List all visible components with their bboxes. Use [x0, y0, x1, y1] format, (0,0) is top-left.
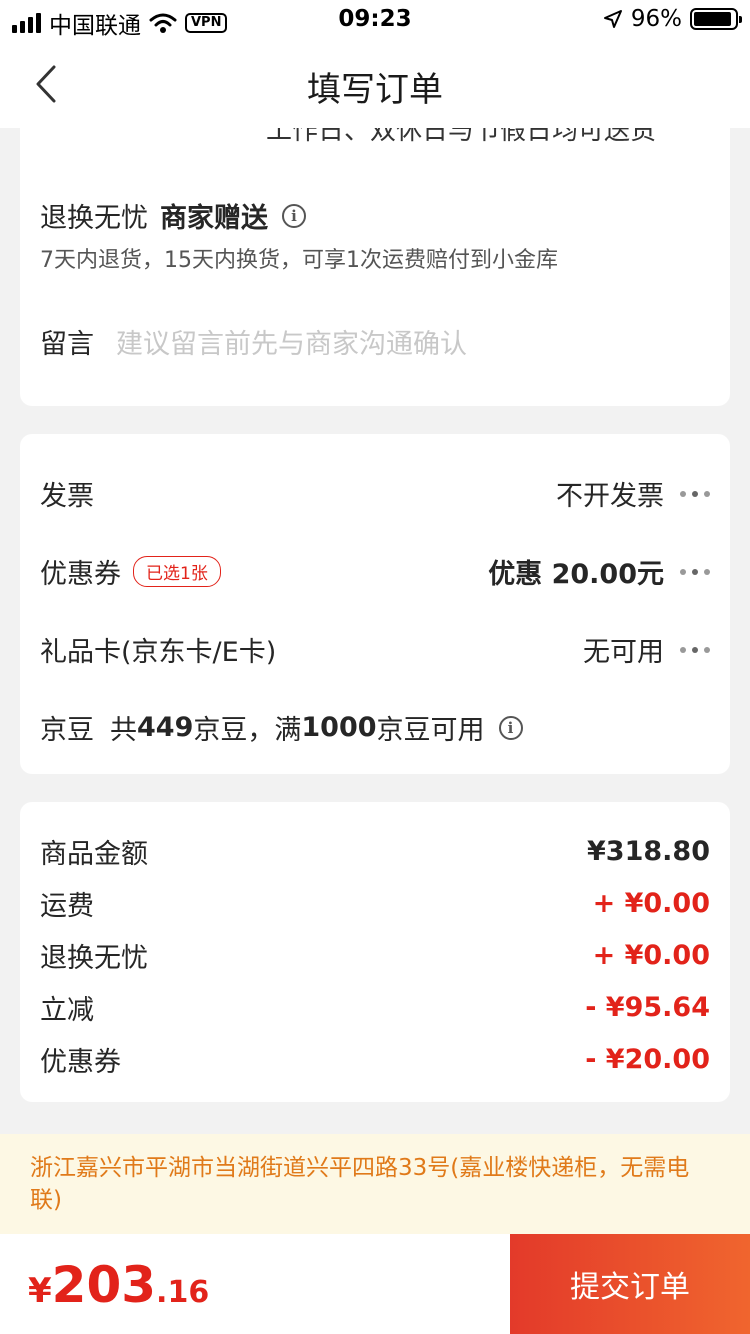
info-icon[interactable]: i	[282, 203, 306, 228]
summary-amount: - ¥95.64	[585, 992, 710, 1023]
summary-amount: + ¥0.00	[592, 940, 710, 971]
gift-card-value-text: 无可用	[583, 637, 664, 668]
summary-label: 退换无忧	[40, 943, 148, 974]
address-text: 浙江嘉兴市平湖市当湖街道兴平四路33号(嘉业楼快递柜，无需电联)	[30, 1155, 690, 1213]
checkout-bar: ¥ 203 .16 提交订单	[0, 1234, 750, 1334]
summary-amount: ¥318.80	[587, 836, 710, 867]
summary-amount: + ¥0.00	[592, 888, 710, 919]
status-bar: 中国联通 VPN 09:23 96%	[0, 0, 750, 40]
coupon-value-text: 优惠 20.00元	[488, 559, 664, 590]
summary-row: 立减 - ¥95.64	[40, 988, 710, 1027]
summary-label: 立减	[40, 995, 94, 1026]
status-right: 96%	[603, 6, 742, 32]
more-dots-icon	[680, 490, 710, 497]
battery-icon	[690, 8, 742, 30]
return-service-label: 退换无忧	[40, 203, 148, 234]
nav-bar: 填写订单	[0, 40, 750, 128]
total-integer: 203	[51, 1256, 157, 1314]
gift-card-label: 礼品卡(京东卡/E卡)	[40, 637, 277, 668]
jingdou-label: 京豆	[40, 715, 94, 746]
summary-row: 运费 + ¥0.00	[40, 884, 710, 923]
coupon-value: 优惠 20.00元	[488, 552, 710, 591]
return-service-highlight: 商家赠送	[160, 203, 268, 234]
battery-percent: 96%	[630, 6, 682, 32]
message-input[interactable]: 建议留言前先与商家沟通确认	[116, 322, 467, 361]
order-options-card: 工作日、双休日与节假日均可送货 退换无忧 商家赠送 i 7天内退货，15天内换货…	[20, 100, 730, 406]
location-arrow-icon	[603, 10, 622, 28]
message-row: 留言 建议留言前先与商家沟通确认	[40, 322, 710, 361]
summary-row: 商品金额 ¥318.80	[40, 832, 710, 871]
invoice-row[interactable]: 发票 不开发票	[40, 474, 710, 513]
jingdou-threshold: 1000	[301, 712, 377, 743]
return-service-row[interactable]: 退换无忧 商家赠送 i	[40, 196, 710, 235]
invoice-label: 发票	[40, 481, 94, 512]
summary-label: 优惠券	[40, 1047, 121, 1078]
return-service-description: 7天内退货，15天内换货，可享1次运费赔付到小金库	[40, 248, 558, 273]
price-summary-card: 商品金额 ¥318.80 运费 + ¥0.00 退换无忧 + ¥0.00 立减 …	[20, 802, 730, 1102]
coupon-row[interactable]: 优惠券 已选1张 优惠 20.00元	[40, 552, 710, 591]
discount-card: 发票 不开发票 优惠券 已选1张 优惠 20.00元 礼品卡(京东卡/E卡) 无…	[20, 434, 730, 774]
message-label: 留言	[40, 329, 94, 360]
jingdou-prefix: 共	[110, 715, 137, 746]
currency-symbol: ¥	[28, 1271, 52, 1311]
coupon-selected-badge: 已选1张	[133, 556, 221, 587]
summary-amount: - ¥20.00	[585, 1044, 710, 1075]
invoice-value: 不开发票	[556, 474, 710, 513]
jingdou-count: 449	[137, 712, 194, 743]
info-icon[interactable]: i	[498, 715, 523, 740]
summary-label: 运费	[40, 891, 94, 922]
page-title: 填写订单	[307, 70, 443, 110]
summary-row: 优惠券 - ¥20.00	[40, 1040, 710, 1079]
gift-card-row[interactable]: 礼品卡(京东卡/E卡) 无可用	[40, 630, 710, 669]
order-total: ¥ 203 .16	[28, 1256, 209, 1314]
address-banner[interactable]: 浙江嘉兴市平湖市当湖街道兴平四路33号(嘉业楼快递柜，无需电联)	[0, 1134, 750, 1234]
submit-order-button[interactable]: 提交订单	[510, 1234, 750, 1334]
jingdou-suffix: 京豆可用	[376, 715, 485, 746]
invoice-value-text: 不开发票	[556, 481, 664, 512]
more-dots-icon	[680, 568, 710, 575]
total-decimal: .16	[156, 1275, 210, 1310]
summary-row: 退换无忧 + ¥0.00	[40, 936, 710, 975]
more-dots-icon	[680, 646, 710, 653]
gift-card-value: 无可用	[583, 630, 710, 669]
jingdou-row: 京豆 共 449 京豆，满 1000 京豆可用 i	[40, 708, 710, 747]
order-page: 中国联通 VPN 09:23 96% 填写订单 工作日、双休日与节假日均可送货 …	[0, 0, 750, 1334]
coupon-label: 优惠券	[40, 559, 121, 590]
summary-label: 商品金额	[40, 839, 148, 870]
return-service-desc-row: 7天内退货，15天内换货，可享1次运费赔付到小金库	[40, 242, 710, 274]
jingdou-mid: 京豆，满	[193, 715, 302, 746]
